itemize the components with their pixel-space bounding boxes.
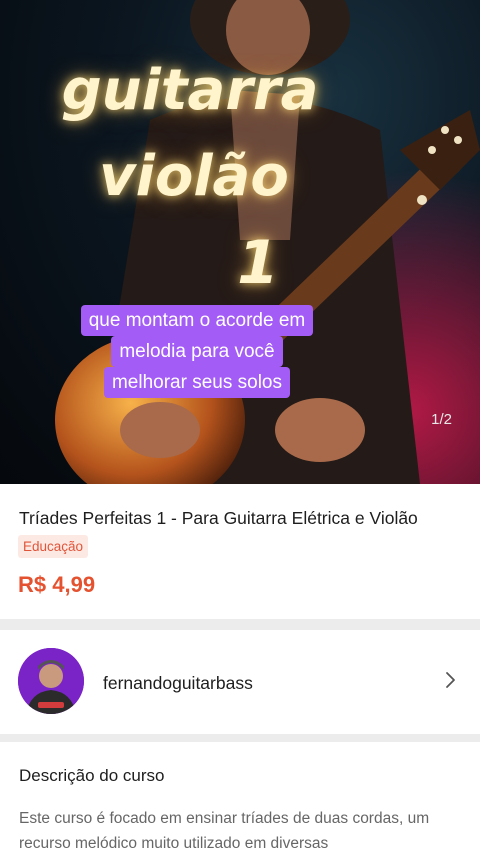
image-counter: 1/2 (431, 411, 452, 428)
description-heading: Descrição do curso (19, 766, 165, 785)
product-image-carousel[interactable]: guitarra violão 1 que montam o acorde em… (0, 0, 480, 484)
description-text: Este curso é focado em ensinar tríades d… (19, 810, 430, 852)
hero-title-guitarra: guitarra (61, 58, 319, 123)
hero-caption: que montam o acorde em melodia para você… (62, 305, 332, 398)
category-badge[interactable]: Educação (18, 535, 89, 558)
product-price: R$ 4,99 (18, 572, 96, 597)
caption-line: melodia para você (111, 336, 283, 367)
product-title: Tríades Perfeitas 1 - Para Guitarra Elét… (19, 508, 418, 528)
seller-row[interactable]: fernandoguitarbass (0, 630, 480, 734)
caption-line: melhorar seus solos (103, 367, 291, 398)
course-description-card: Descrição do curso Este curso é focado e… (0, 742, 480, 854)
seller-name: fernandoguitarbass (103, 673, 253, 693)
chevron-right-icon[interactable] (440, 670, 460, 690)
avatar[interactable] (18, 648, 84, 714)
hero-title-number: 1 (237, 228, 279, 298)
seller-avatar-image (18, 648, 84, 714)
caption-line: que montam o acorde em (80, 305, 314, 336)
hero-title-violao: violão (99, 144, 289, 209)
